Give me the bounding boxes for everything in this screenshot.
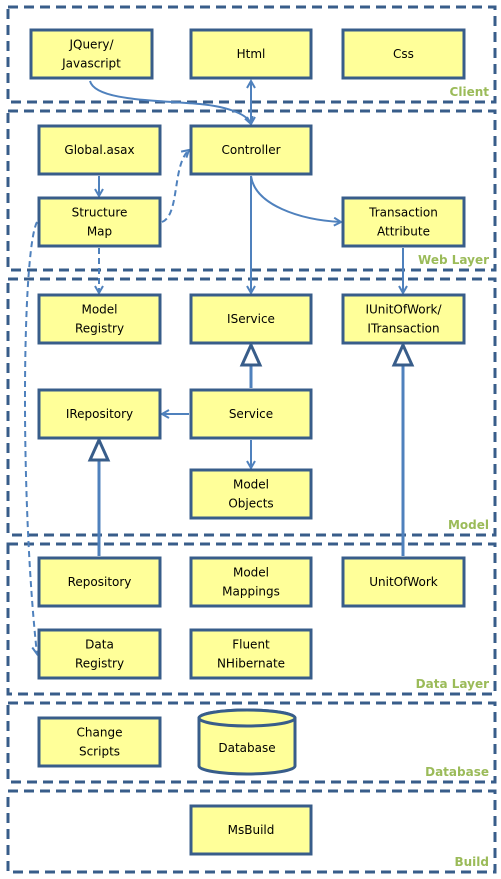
architecture-diagram: Client Web Layer Model Data Layer Database Bu… [6,5,497,874]
connector-structuremap-controller [161,150,189,223]
inheritance-triangle-icon [391,341,415,367]
box-label: ITransaction [367,322,439,336]
box-dataregistry[interactable]: Data Registry [37,628,162,680]
box-label: Map [87,225,112,239]
layer-label: Model [448,518,489,532]
layer-label: Client [450,85,490,99]
box-structuremap[interactable]: Structure Map [37,196,162,248]
box-label: IRepository [66,407,133,421]
layer-label: Database [425,765,489,779]
box-label: Model [233,566,269,580]
box-modelobjects[interactable]: Model Objects [189,468,313,520]
box-service[interactable]: Service [189,388,313,440]
box-global[interactable]: Global.asax [37,124,162,176]
layer-label: Data Layer [416,677,489,691]
box-css[interactable]: Css [341,28,466,80]
box-label: IService [227,312,275,326]
box-label: Registry [75,322,124,336]
box-label: Service [229,407,273,421]
box-modelregistry[interactable]: Model Registry [37,293,162,345]
box-iunitofwork[interactable]: IUnitOfWork/ITransaction [341,293,466,345]
box-modelmappings[interactable]: Model Mappings [189,556,313,608]
box-label: Global.asax [64,143,134,157]
box-html[interactable]: Html [189,28,313,80]
box-controller[interactable]: Controller [189,124,313,176]
connector-structuremap-dataregistry [23,221,37,654]
box-label: Mappings [222,585,280,599]
box-label: Model [233,478,269,492]
box-label: UnitOfWork [369,575,438,589]
box-label: Change [77,726,123,740]
box-label: Objects [228,497,273,511]
box-label: Model [81,303,117,317]
box-iservice[interactable]: IService [189,293,313,345]
box-label: Structure [72,206,128,220]
connector-controller-transaction [250,175,341,222]
box-label: Scripts [79,745,120,759]
box-fluent[interactable]: Fluent NHibernate [189,628,313,680]
box-irepository[interactable]: IRepository [37,388,162,440]
inheritance-triangle-icon [87,436,111,462]
box-label: Repository [68,575,132,589]
box-label: Data [85,638,114,652]
box-label: Javascript [61,57,121,71]
box-label: Css [393,47,414,61]
box-database[interactable]: Database [197,708,297,776]
box-transaction[interactable]: Transaction Attribute [341,196,466,248]
layer-label: Web Layer [418,253,489,267]
box-label: Controller [221,143,280,157]
box-label: IUnitOfWork/ [365,303,442,317]
box-label: NHibernate [217,657,285,671]
box-jquery[interactable]: JQuery/Javascript [29,28,154,80]
inheritance-triangle-icon [239,341,263,367]
box-repository[interactable]: Repository [37,556,162,608]
box-label: Registry [75,657,124,671]
box-label: JQuery/ [68,38,114,52]
layer-label: Build [454,855,489,869]
box-unitofwork[interactable]: UnitOfWork [341,556,466,608]
box-label: Transaction [368,206,438,220]
cylinder-top [197,708,297,728]
box-label: Fluent [232,638,270,652]
box-label: Attribute [377,225,430,239]
box-label: Html [237,47,266,61]
box-changescripts[interactable]: Change Scripts [37,716,162,768]
box-label: Database [218,741,275,755]
box-label: MsBuild [228,823,275,837]
box-msbuild[interactable]: MsBuild [189,804,313,856]
